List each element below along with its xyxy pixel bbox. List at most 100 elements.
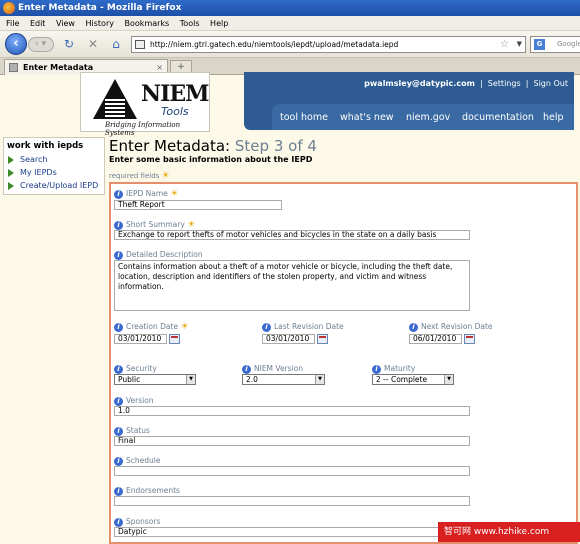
info-icon[interactable]: i <box>114 517 123 527</box>
niem-version-value: 2.0 <box>246 375 258 384</box>
info-icon[interactable]: i <box>262 322 271 332</box>
nav-tool-home[interactable]: tool home <box>280 112 328 123</box>
creation-date-field: 03/01/2010 <box>114 334 184 345</box>
separator: | <box>480 79 483 88</box>
menu-edit[interactable]: Edit <box>30 16 46 31</box>
label-text: IEPD Name <box>126 189 168 198</box>
sidebar-item-label: My IEPDs <box>20 168 57 177</box>
maturity-select[interactable]: 2 -- Complete ▼ <box>372 374 454 385</box>
menu-tools[interactable]: Tools <box>180 16 200 31</box>
arrow-icon <box>8 182 14 190</box>
required-note: required fields ☀ <box>109 171 170 181</box>
label-text: NIEM Version <box>254 364 303 373</box>
status-input[interactable]: Final <box>114 436 470 446</box>
nav-documentation[interactable]: documentation <box>462 112 534 123</box>
detailed-description-label: i Detailed Description <box>114 250 203 260</box>
home-icon[interactable]: ⌂ <box>109 37 123 51</box>
label-text: Sponsors <box>126 517 161 526</box>
last-revision-date-input[interactable]: 03/01/2010 <box>262 334 315 344</box>
calendar-icon[interactable] <box>464 334 475 344</box>
endorsements-label: i Endorsements <box>114 486 180 496</box>
back-button[interactable]: ‹ <box>5 33 27 55</box>
search-placeholder: Google <box>557 40 580 48</box>
info-icon[interactable]: i <box>114 426 123 436</box>
menu-history[interactable]: History <box>86 16 114 31</box>
info-icon[interactable]: i <box>242 364 251 374</box>
reload-icon[interactable]: ↻ <box>62 37 76 51</box>
short-summary-input[interactable]: Exchange to report thefts of motor vehic… <box>114 230 470 240</box>
menu-help[interactable]: Help <box>210 16 228 31</box>
settings-link[interactable]: Settings <box>488 79 521 88</box>
creation-date-label: i Creation Date ☀ <box>114 322 189 332</box>
iepd-name-input[interactable]: Theft Report <box>114 200 282 210</box>
calendar-icon[interactable] <box>317 334 328 344</box>
nav-help[interactable]: help <box>543 112 564 123</box>
stop-icon[interactable]: ✕ <box>86 37 100 51</box>
sidebar-item-label: Search <box>20 155 48 164</box>
google-icon[interactable]: G <box>534 39 545 50</box>
metadata-form: i IEPD Name ☀ Theft Report i Short Summary… <box>109 182 578 544</box>
info-icon[interactable]: i <box>114 486 123 496</box>
info-icon[interactable]: i <box>409 322 418 332</box>
sidebar-item-create-upload[interactable]: Create/Upload IEPD <box>4 179 104 192</box>
forward-button[interactable]: › ▾ <box>28 37 54 52</box>
info-icon[interactable]: i <box>114 189 123 199</box>
sidebar-item-search[interactable]: Search <box>4 153 104 166</box>
sponsors-input[interactable]: Datypic <box>114 527 470 537</box>
address-bar[interactable]: http://niem.gtri.gatech.edu/niemtools/ie… <box>131 36 526 53</box>
creation-date-input[interactable]: 03/01/2010 <box>114 334 167 344</box>
menu-bookmarks[interactable]: Bookmarks <box>125 16 170 31</box>
endorsements-input[interactable] <box>114 496 470 506</box>
info-icon[interactable]: i <box>114 250 123 260</box>
status-label: i Status <box>114 426 150 436</box>
logo-tagline: Bridging Information Systems <box>105 121 181 137</box>
navigation-toolbar: ‹ › ▾ ↻ ✕ ⌂ http://niem.gtri.gatech.edu/… <box>0 31 580 58</box>
window-title-bar: Enter Metadata - Mozilla Firefox <box>0 0 580 16</box>
page-title: Enter Metadata: Step 3 of 4 <box>109 137 317 155</box>
chevron-down-icon: ▼ <box>315 375 324 384</box>
security-select[interactable]: Public ▼ <box>114 374 196 385</box>
info-icon[interactable]: i <box>114 456 123 466</box>
version-input[interactable]: 1.0 <box>114 406 470 416</box>
tab-label: Enter Metadata <box>23 63 94 72</box>
menu-view[interactable]: View <box>56 16 75 31</box>
security-value: Public <box>118 375 141 384</box>
page-title-text: Enter Metadata: <box>109 137 231 155</box>
info-icon[interactable]: i <box>114 322 123 332</box>
arrow-icon <box>8 156 14 164</box>
detailed-description-textarea[interactable]: Contains information about a theft of a … <box>114 260 470 311</box>
site-icon <box>135 40 145 49</box>
niem-version-label: i NIEM Version <box>242 364 303 374</box>
last-revision-date-label: i Last Revision Date <box>262 322 344 332</box>
info-icon[interactable]: i <box>114 364 123 374</box>
nav-whats-new[interactable]: what's new <box>340 112 394 123</box>
security-label: i Security <box>114 364 157 374</box>
logo-sub: Tools <box>161 105 189 118</box>
chevron-down-icon: ▼ <box>186 375 195 384</box>
schedule-input[interactable] <box>114 466 470 476</box>
search-box[interactable]: G Google <box>530 36 580 53</box>
short-summary-label: i Short Summary ☀ <box>114 220 195 230</box>
label-text: Detailed Description <box>126 250 203 259</box>
url-text: http://niem.gtri.gatech.edu/niemtools/ie… <box>150 40 399 49</box>
calendar-icon[interactable] <box>169 334 180 344</box>
info-icon[interactable]: i <box>114 396 123 406</box>
maturity-value: 2 -- Complete <box>376 375 428 384</box>
bookmark-star-icon[interactable]: ☆ <box>500 37 509 52</box>
main-nav: tool home what's new niem.gov documentat… <box>272 104 574 130</box>
signout-link[interactable]: Sign Out <box>534 79 569 88</box>
info-icon[interactable]: i <box>114 220 123 230</box>
menu-file[interactable]: File <box>6 16 19 31</box>
next-revision-date-input[interactable]: 06/01/2010 <box>409 334 462 344</box>
nav-niem-gov[interactable]: niem.gov <box>406 112 450 123</box>
required-text: required fields <box>109 172 160 180</box>
niem-version-select[interactable]: 2.0 ▼ <box>242 374 325 385</box>
sidebar-item-my-iepds[interactable]: My IEPDs <box>4 166 104 179</box>
label-text: Status <box>126 426 150 435</box>
niem-tools-logo[interactable]: NIEM Tools Bridging Information Systems <box>80 72 210 137</box>
sidebar-title: work with iepds <box>7 141 84 151</box>
url-dropdown-icon[interactable]: ▼ <box>517 37 522 52</box>
required-star-icon: ☀ <box>170 189 179 199</box>
label-text: Security <box>126 364 157 373</box>
info-icon[interactable]: i <box>372 364 381 374</box>
